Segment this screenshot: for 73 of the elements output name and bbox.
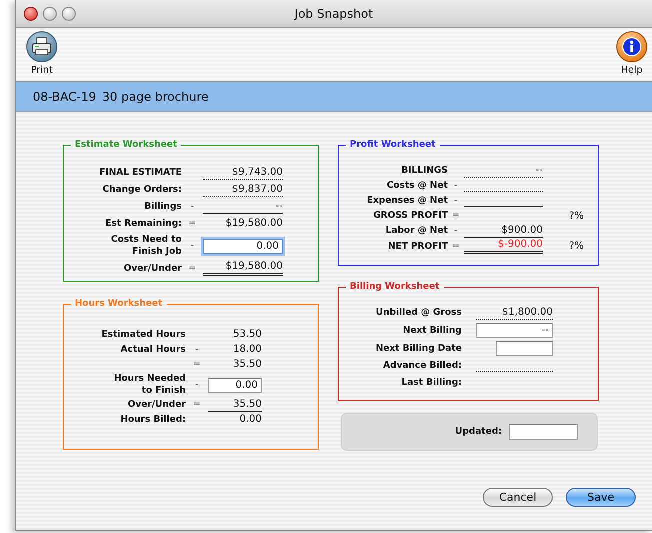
input-field[interactable]: 0.00 bbox=[203, 238, 283, 254]
operator: - bbox=[194, 380, 200, 390]
field-label: FINAL ESTIMATE bbox=[98, 167, 182, 179]
panel-title: Hours Worksheet bbox=[74, 299, 164, 309]
field-label: BILLINGS bbox=[400, 165, 448, 177]
field-value: 53.50 bbox=[232, 328, 262, 342]
field-label: GROSS PROFIT bbox=[372, 210, 448, 222]
window-title: Job Snapshot bbox=[294, 6, 374, 20]
field-label: Expenses @ Net bbox=[366, 195, 448, 207]
field-label: Next Billing bbox=[402, 324, 462, 336]
underlined-value: -- bbox=[464, 164, 543, 178]
field-label: Change Orders: bbox=[102, 184, 182, 196]
underlined-value: $-900.00 bbox=[464, 239, 543, 254]
underlined-value: $900.00 bbox=[464, 224, 543, 238]
field-label: Hours Needed to Finish bbox=[113, 373, 186, 397]
field-value: 18.00 bbox=[232, 344, 262, 356]
underlined-value: $9,743.00 bbox=[203, 166, 283, 180]
operator: = bbox=[192, 360, 202, 370]
field-label: Hours Billed: bbox=[120, 414, 186, 426]
field-label: Costs Need to Finish Job bbox=[110, 234, 182, 258]
operator: - bbox=[453, 226, 459, 236]
panel-title: Estimate Worksheet bbox=[74, 140, 178, 150]
field-label: Over/Under bbox=[126, 399, 186, 411]
zoom-button[interactable] bbox=[62, 6, 76, 20]
field-label: Billings bbox=[144, 201, 182, 213]
underlined-value: -- bbox=[203, 200, 283, 214]
input-field[interactable] bbox=[509, 424, 578, 440]
field-value: 35.50 bbox=[232, 358, 262, 372]
underlined-value: 35.50 bbox=[208, 398, 262, 412]
underlined-value: $1,800.00 bbox=[476, 306, 553, 320]
operator: = bbox=[192, 400, 202, 410]
info-icon bbox=[616, 31, 648, 63]
operator: = bbox=[188, 264, 198, 274]
field-label: Labor @ Net bbox=[384, 225, 448, 237]
operator: - bbox=[190, 241, 196, 251]
underlined-value: $19,580.00 bbox=[203, 261, 283, 276]
field-label: Estimated Hours bbox=[100, 329, 186, 341]
operator: = bbox=[451, 242, 461, 252]
percent-value: ?% bbox=[568, 241, 584, 252]
field-label: NET PROFIT bbox=[387, 240, 448, 252]
job-description: 30 page brochure bbox=[102, 90, 209, 104]
operator: - bbox=[453, 181, 459, 191]
input-field[interactable] bbox=[496, 341, 553, 356]
job-number: 08-BAC-19 bbox=[33, 90, 96, 104]
input-field[interactable]: 0.00 bbox=[208, 378, 262, 392]
field-label: Unbilled @ Gross bbox=[375, 307, 462, 319]
percent-value: ?% bbox=[568, 210, 584, 222]
print-button[interactable]: Print bbox=[26, 31, 58, 76]
field-label: Next Billing Date bbox=[374, 342, 462, 354]
operator: - bbox=[190, 202, 196, 212]
operator: - bbox=[194, 345, 200, 355]
operator: = bbox=[188, 219, 198, 229]
field-value: 0.00 bbox=[238, 414, 262, 426]
panel-title: Profit Worksheet bbox=[349, 140, 437, 150]
field-value: $19,580.00 bbox=[224, 218, 283, 230]
operator: - bbox=[453, 196, 459, 206]
field-label: Advance Billed: bbox=[382, 360, 462, 372]
field-label: Costs @ Net bbox=[386, 180, 448, 192]
operator: = bbox=[451, 211, 461, 221]
minimize-button[interactable] bbox=[43, 6, 57, 20]
panel-title: Billing Worksheet bbox=[349, 282, 441, 292]
save-button[interactable]: Save bbox=[566, 488, 636, 507]
input-field[interactable]: -- bbox=[476, 323, 553, 338]
field-label: Updated: bbox=[455, 427, 502, 437]
field-label: Actual Hours bbox=[120, 344, 186, 356]
close-button[interactable] bbox=[24, 6, 38, 20]
printer-icon bbox=[26, 31, 58, 63]
cancel-button[interactable]: Cancel bbox=[483, 488, 553, 507]
underlined-value: $9,837.00 bbox=[203, 184, 283, 196]
field-label: Last Billing: bbox=[400, 377, 462, 389]
field-label: Over/Under bbox=[122, 262, 182, 274]
field-label: Est Remaining: bbox=[104, 218, 182, 230]
help-button[interactable]: Help bbox=[616, 31, 648, 76]
